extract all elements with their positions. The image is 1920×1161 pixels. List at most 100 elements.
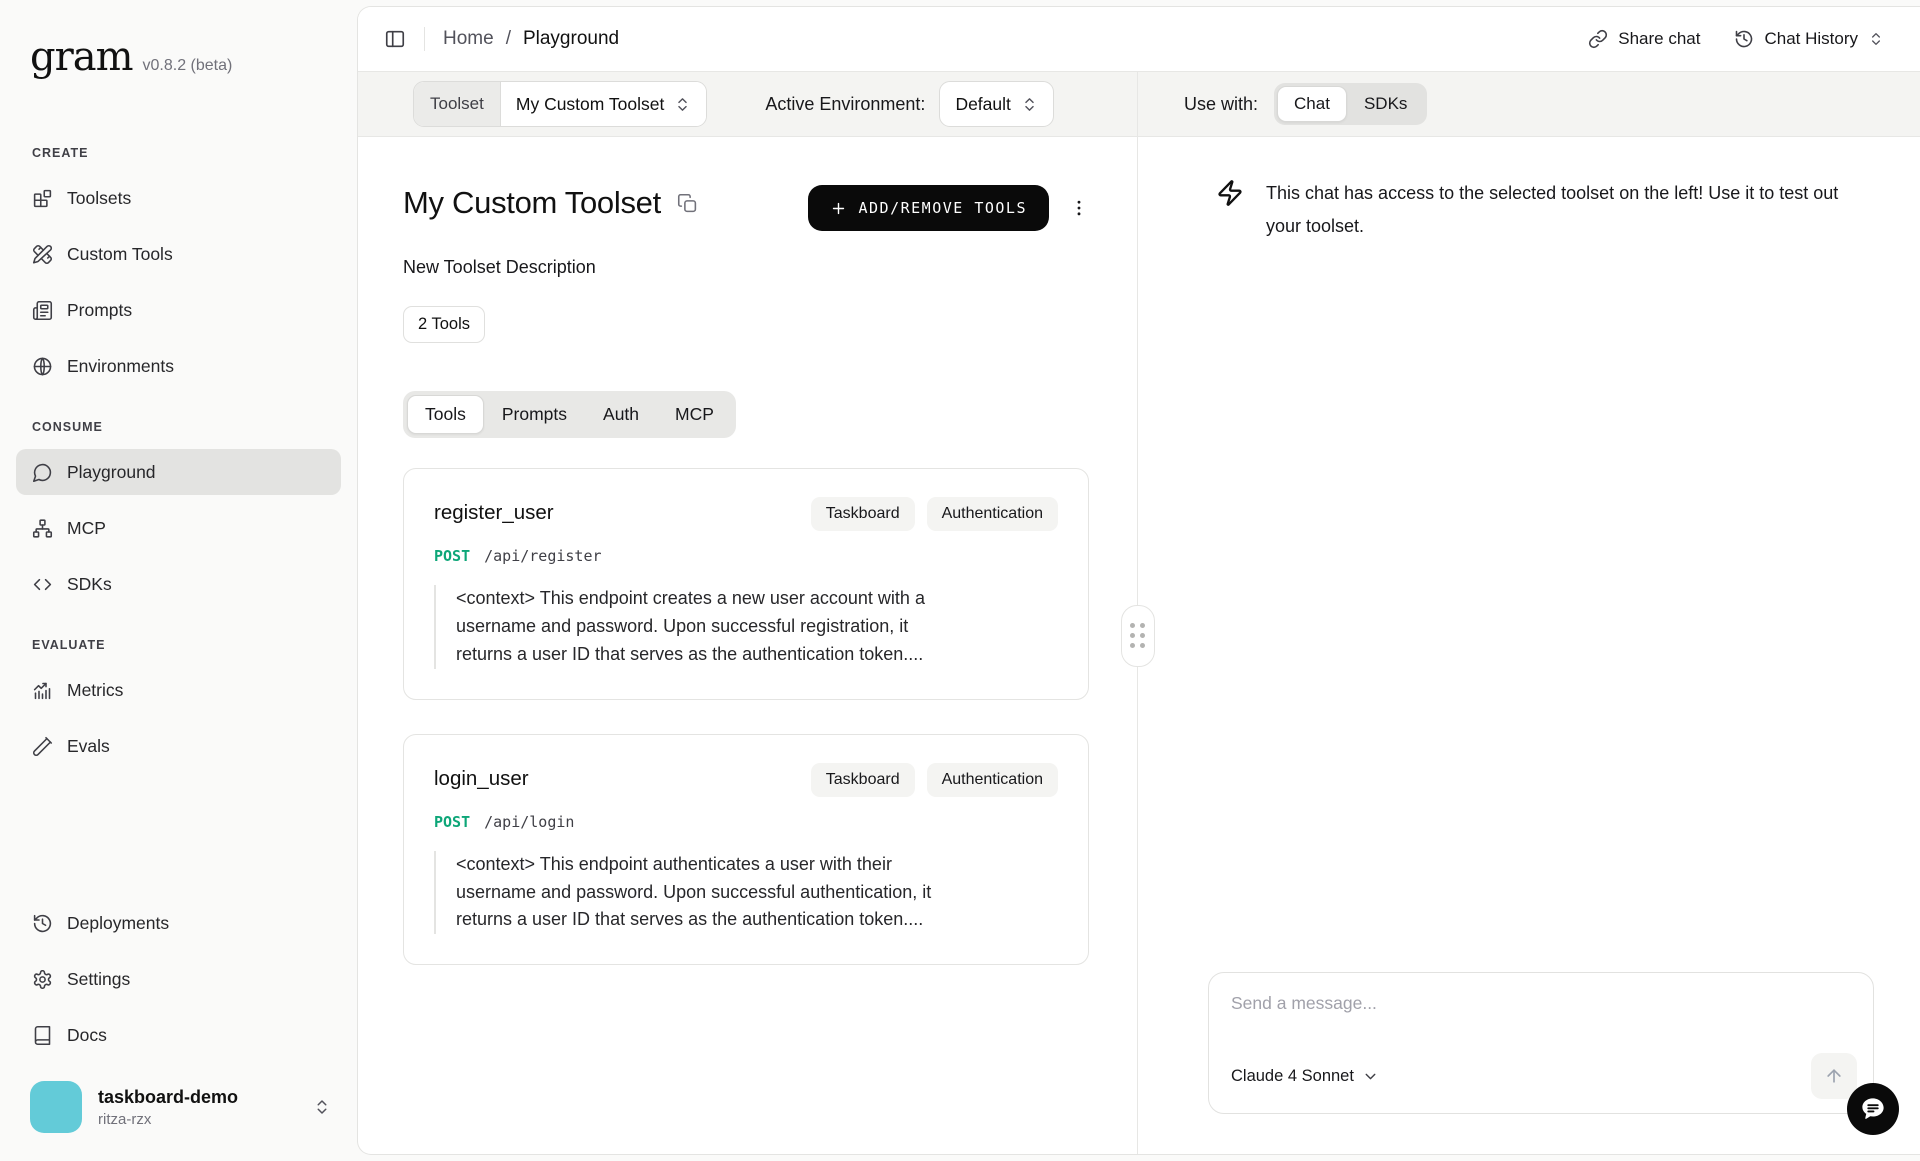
support-chat-fab[interactable] bbox=[1847, 1083, 1899, 1135]
history-icon bbox=[1734, 29, 1754, 49]
toolset-description: New Toolset Description bbox=[403, 257, 1089, 278]
app-logo: gram bbox=[30, 34, 133, 80]
test-tube-icon bbox=[32, 736, 53, 757]
tool-badges: Taskboard Authentication bbox=[811, 497, 1058, 531]
toolset-title: My Custom Toolset bbox=[403, 185, 661, 221]
tool-endpoint: POST /api/login bbox=[434, 813, 1058, 831]
badge-authentication: Authentication bbox=[927, 497, 1058, 531]
chat-notice-text: This chat has access to the selected too… bbox=[1266, 177, 1856, 244]
sidebar-item-custom-tools[interactable]: Custom Tools bbox=[16, 231, 341, 277]
tool-description: <context> This endpoint authenticates a … bbox=[434, 851, 939, 935]
environment-select-value: Default bbox=[955, 94, 1010, 115]
sidebar-item-label: Deployments bbox=[67, 913, 169, 934]
tool-endpoint: POST /api/register bbox=[434, 547, 1058, 565]
toolset-pane: My Custom Toolset ADD/REMOVE TOOLS New T… bbox=[358, 137, 1138, 1154]
toolset-select-value: My Custom Toolset bbox=[501, 82, 706, 126]
toolbar: Toolset My Custom Toolset Active Environ… bbox=[358, 71, 1920, 137]
network-icon bbox=[32, 518, 53, 539]
share-chat-button[interactable]: Share chat bbox=[1588, 29, 1700, 49]
message-composer: Claude 4 Sonnet bbox=[1208, 972, 1874, 1114]
message-input[interactable] bbox=[1231, 993, 1851, 1033]
sidebar-item-label: Custom Tools bbox=[67, 244, 173, 265]
app-version: v0.8.2 (beta) bbox=[143, 57, 233, 75]
tab-auth[interactable]: Auth bbox=[585, 395, 657, 434]
environment-select[interactable]: Default bbox=[939, 81, 1053, 127]
use-with-sdks-option[interactable]: SDKs bbox=[1347, 86, 1424, 122]
chevrons-up-down-icon bbox=[1868, 31, 1884, 47]
tool-description: <context> This endpoint creates a new us… bbox=[434, 585, 939, 669]
breadcrumb-home[interactable]: Home bbox=[443, 28, 494, 50]
sidebar-item-prompts[interactable]: Prompts bbox=[16, 287, 341, 333]
sidebar-item-label: Evals bbox=[67, 736, 110, 757]
sidebar-item-playground[interactable]: Playground bbox=[16, 449, 341, 495]
toolbar-left: Toolset My Custom Toolset Active Environ… bbox=[358, 72, 1138, 136]
sidebar-item-label: Playground bbox=[67, 462, 156, 483]
toolset-tabs: Tools Prompts Auth MCP bbox=[403, 391, 736, 438]
tool-badges: Taskboard Authentication bbox=[811, 763, 1058, 797]
chevrons-up-down-icon bbox=[674, 96, 691, 113]
logo-row: gram v0.8.2 (beta) bbox=[0, 34, 357, 80]
copy-button[interactable] bbox=[677, 193, 698, 214]
code-icon bbox=[32, 574, 53, 595]
sidebar-toggle-button[interactable] bbox=[384, 28, 406, 50]
panel-left-icon bbox=[384, 28, 406, 50]
workspace-meta: taskboard-demo ritza-rzx bbox=[98, 1087, 297, 1128]
kebab-icon bbox=[1069, 198, 1089, 218]
sidebar-item-label: Metrics bbox=[67, 680, 123, 701]
bolt-icon bbox=[1216, 179, 1244, 244]
sidebar-item-label: Docs bbox=[67, 1025, 107, 1046]
use-with-chat-option[interactable]: Chat bbox=[1277, 86, 1347, 122]
sidebar-item-environments[interactable]: Environments bbox=[16, 343, 341, 389]
sidebar-item-label: Prompts bbox=[67, 300, 132, 321]
workspace-switcher[interactable]: taskboard-demo ritza-rzx bbox=[0, 1063, 357, 1161]
sidebar-item-docs[interactable]: Docs bbox=[16, 1012, 341, 1058]
link-icon bbox=[1588, 29, 1608, 49]
toolset-select-label: Toolset bbox=[414, 82, 501, 126]
custom-tools-icon bbox=[32, 244, 53, 265]
chat-pane: This chat has access to the selected too… bbox=[1138, 137, 1920, 1154]
send-button[interactable] bbox=[1811, 1053, 1857, 1099]
badge-authentication: Authentication bbox=[927, 763, 1058, 797]
tab-mcp[interactable]: MCP bbox=[657, 395, 732, 434]
tool-name: register_user bbox=[434, 497, 554, 525]
use-with-segmented-control: Chat SDKs bbox=[1274, 83, 1427, 125]
add-remove-tools-button[interactable]: ADD/REMOVE TOOLS bbox=[808, 185, 1050, 231]
prompts-icon bbox=[32, 300, 53, 321]
tool-card-login-user[interactable]: login_user Taskboard Authentication POST… bbox=[403, 734, 1089, 966]
chat-notice: This chat has access to the selected too… bbox=[1216, 177, 1874, 244]
chat-history-label: Chat History bbox=[1764, 29, 1858, 49]
tools-count-badge: 2 Tools bbox=[403, 306, 485, 343]
book-icon bbox=[32, 1025, 53, 1046]
chevron-down-icon bbox=[1362, 1068, 1379, 1085]
sidebar-item-deployments[interactable]: Deployments bbox=[16, 900, 341, 946]
gear-icon bbox=[32, 969, 53, 990]
topbar: Home / Playground Share chat Chat Histor… bbox=[358, 7, 1920, 71]
sidebar-item-metrics[interactable]: Metrics bbox=[16, 667, 341, 713]
sidebar-item-evals[interactable]: Evals bbox=[16, 723, 341, 769]
model-select[interactable]: Claude 4 Sonnet bbox=[1231, 1067, 1379, 1086]
workspace-name: taskboard-demo bbox=[98, 1087, 297, 1108]
sidebar-item-toolsets[interactable]: Toolsets bbox=[16, 175, 341, 221]
badge-taskboard: Taskboard bbox=[811, 497, 915, 531]
sidebar: gram v0.8.2 (beta) CREATE Toolsets Custo… bbox=[0, 0, 357, 1161]
chevrons-up-down-icon bbox=[313, 1098, 331, 1116]
chat-bubble-icon bbox=[32, 462, 53, 483]
sidebar-item-mcp[interactable]: MCP bbox=[16, 505, 341, 551]
chat-history-button[interactable]: Chat History bbox=[1734, 29, 1884, 49]
copy-icon bbox=[677, 193, 698, 214]
pane-resize-handle[interactable] bbox=[1121, 605, 1155, 667]
speech-bubble-icon bbox=[1858, 1094, 1888, 1124]
chevrons-up-down-icon bbox=[1021, 96, 1038, 113]
model-select-value: Claude 4 Sonnet bbox=[1231, 1067, 1354, 1086]
sidebar-item-sdks[interactable]: SDKs bbox=[16, 561, 341, 607]
tab-prompts[interactable]: Prompts bbox=[484, 395, 585, 434]
toolset-select[interactable]: Toolset My Custom Toolset bbox=[413, 81, 707, 127]
sidebar-item-settings[interactable]: Settings bbox=[16, 956, 341, 1002]
tool-card-register-user[interactable]: register_user Taskboard Authentication P… bbox=[403, 468, 1089, 700]
sidebar-item-label: Toolsets bbox=[67, 188, 131, 209]
toolset-menu-button[interactable] bbox=[1069, 198, 1089, 218]
metrics-icon bbox=[32, 680, 53, 701]
arrow-up-icon bbox=[1824, 1066, 1844, 1086]
topbar-actions: Share chat Chat History bbox=[1588, 29, 1884, 49]
tab-tools[interactable]: Tools bbox=[407, 395, 484, 434]
